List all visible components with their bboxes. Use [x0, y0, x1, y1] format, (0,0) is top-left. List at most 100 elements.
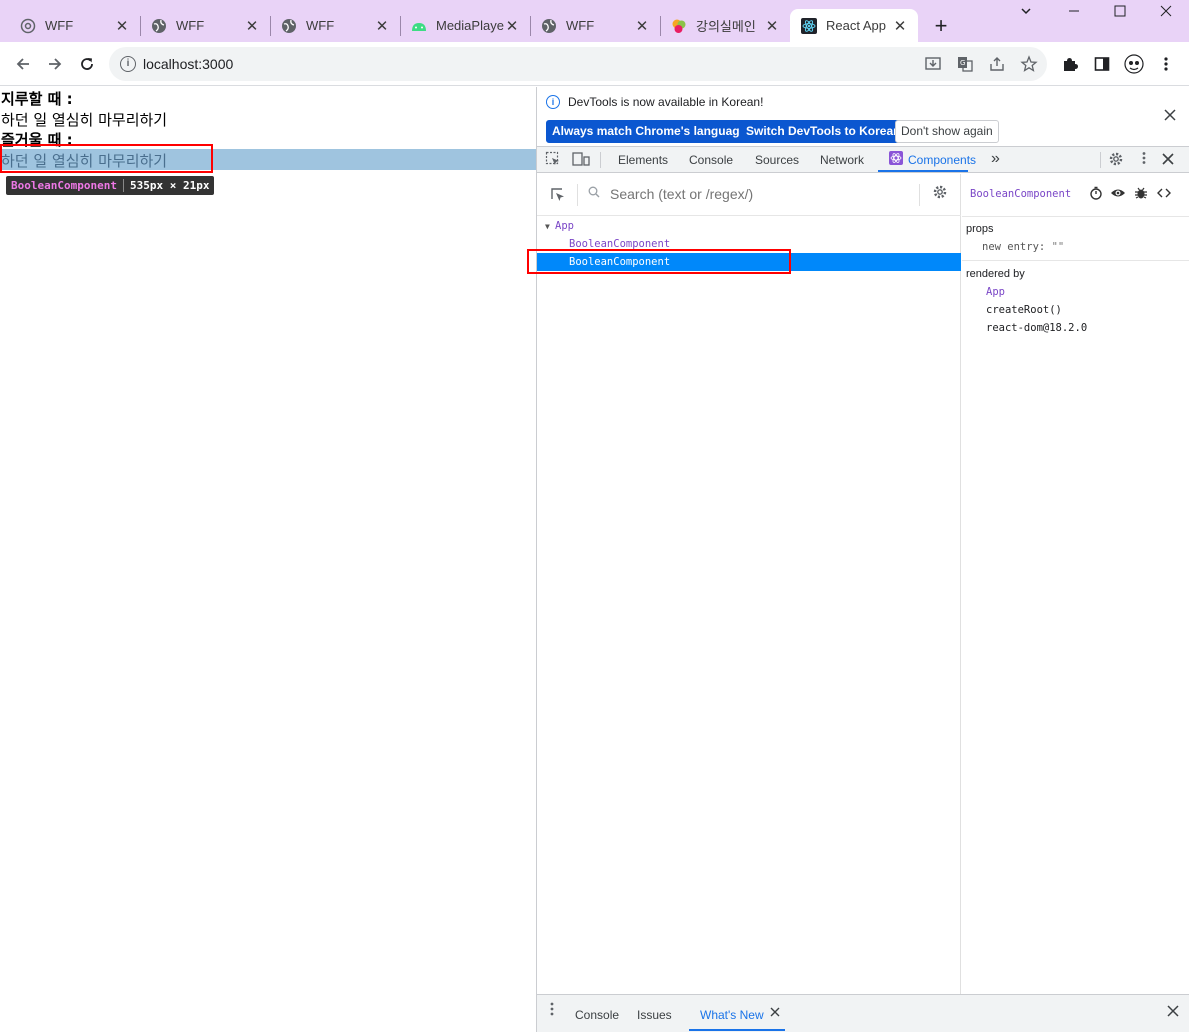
tab-title: WFF [566, 18, 595, 33]
infobar-message: DevTools is now available in Korean! [568, 95, 764, 109]
chrome-menu-kebab-icon[interactable] [1154, 52, 1178, 76]
tab-title: React App [826, 18, 886, 33]
tab-search-chevron-icon[interactable] [1016, 4, 1036, 22]
tab-title: WFF [176, 18, 205, 33]
browser-tab-1[interactable]: WFF ✕ [0, 9, 140, 42]
rendered-by-app[interactable]: App [986, 286, 1005, 298]
view-source-icon[interactable] [1156, 186, 1172, 202]
select-element-icon[interactable] [550, 187, 566, 203]
drawer-active-underline [689, 1029, 785, 1031]
browser-toolbar: i localhost:3000 G [0, 42, 1189, 86]
tab-title: WFF [306, 18, 335, 33]
search-icon [588, 186, 600, 201]
switch-to-korean-button[interactable]: Switch DevTools to Korean [740, 120, 907, 143]
prop-value[interactable]: "" [1052, 241, 1065, 253]
tab-network[interactable]: Network [820, 153, 864, 167]
prop-key: new entry [982, 241, 1039, 253]
tab-title: MediaPlaye [436, 18, 504, 33]
red-annotation-box-tree [527, 249, 791, 274]
close-tab-icon[interactable]: ✕ [504, 17, 520, 35]
leaf-logo-icon [671, 18, 687, 34]
devtools-menu-kebab-icon[interactable] [1135, 151, 1153, 169]
props-pane: BooleanComponent props new entry: "" ren… [962, 174, 1189, 994]
maximize-icon[interactable] [1110, 4, 1130, 22]
browser-tab-6[interactable]: 강의실메인 ✕ [660, 9, 790, 42]
drawer-tab-console[interactable]: Console [575, 1008, 619, 1022]
inspect-element-icon[interactable] [544, 151, 562, 169]
drawer-tab-issues[interactable]: Issues [637, 1008, 672, 1022]
address-bar[interactable]: i localhost:3000 G [109, 47, 1047, 81]
drawer-tab-whats-new[interactable]: What's New [700, 1008, 764, 1022]
boring-heading: 지루할 때 : [1, 90, 73, 108]
tooltip-size: 535px × 21px [129, 179, 210, 192]
close-tab-icon[interactable]: ✕ [892, 17, 908, 35]
forward-arrow-icon[interactable] [43, 52, 67, 76]
close-drawer-icon[interactable] [1167, 1004, 1179, 1022]
tooltip-component-name: BooleanComponent [11, 179, 117, 192]
browser-tab-3[interactable]: WFF ✕ [270, 9, 400, 42]
install-app-icon[interactable] [924, 55, 942, 73]
tab-sources[interactable]: Sources [755, 153, 799, 167]
timer-icon[interactable] [1088, 186, 1104, 202]
tab-console[interactable]: Console [689, 153, 733, 167]
new-tab-button[interactable]: + [930, 13, 952, 39]
side-panel-icon[interactable] [1090, 52, 1114, 76]
tab-title: 강의실메인 [696, 19, 756, 34]
page-viewport: 지루할 때 : 하던 일 열심히 마무리하기 즐거울 때 : 하던 일 열심히 … [0, 87, 536, 1032]
info-icon: i [546, 95, 560, 109]
devtools-settings-gear-icon[interactable] [1107, 151, 1125, 169]
minimize-icon[interactable] [1064, 4, 1084, 22]
tree-node-app[interactable]: ▼ App [537, 217, 961, 235]
browser-tab-2[interactable]: WFF ✕ [140, 9, 270, 42]
components-settings-gear-icon[interactable] [932, 184, 948, 205]
close-tab-icon[interactable]: ✕ [244, 17, 260, 35]
selected-component-name: BooleanComponent [970, 188, 1072, 200]
close-tab-icon[interactable]: ✕ [764, 17, 780, 35]
browser-tab-7-active[interactable]: React App ✕ [790, 9, 918, 42]
close-devtools-icon[interactable] [1159, 151, 1177, 169]
bookmark-star-icon[interactable] [1020, 55, 1038, 73]
drawer-menu-kebab-icon[interactable] [549, 1002, 555, 1020]
share-icon[interactable] [988, 55, 1006, 73]
selected-component-header: BooleanComponent [962, 174, 1189, 216]
bug-icon[interactable] [1133, 186, 1149, 202]
close-tab-icon[interactable]: ✕ [634, 17, 650, 35]
props-heading: props [966, 223, 994, 235]
components-tree-pane: ▼App BooleanComponent BooleanComponent [537, 174, 961, 994]
url-text[interactable]: localhost:3000 [143, 56, 233, 72]
close-infobar-icon[interactable] [1164, 105, 1176, 126]
dont-show-again-button[interactable]: Don't show again [895, 120, 999, 143]
always-match-language-button[interactable]: Always match Chrome's language [546, 120, 753, 143]
devtools-drawer: Console Issues What's New [537, 994, 1189, 1032]
browser-tab-4[interactable]: MediaPlaye ✕ [400, 9, 530, 42]
devtools-tab-bar: Elements Console Sources Network Compone… [537, 147, 1189, 173]
inspect-tooltip: BooleanComponent 535px × 21px [6, 176, 215, 195]
rendered-by-heading: rendered by [966, 268, 1025, 280]
boring-text: 하던 일 열심히 마무리하기 [1, 111, 168, 129]
close-window-icon[interactable] [1156, 4, 1176, 22]
react-icon [801, 17, 817, 34]
expand-triangle-icon[interactable]: ▼ [545, 218, 555, 236]
close-tab-icon[interactable]: ✕ [374, 17, 390, 35]
prop-entry[interactable]: new entry: "" [982, 241, 1064, 253]
eye-icon[interactable] [1110, 186, 1126, 202]
translate-icon[interactable]: G [956, 55, 974, 73]
tab-elements[interactable]: Elements [618, 153, 668, 167]
globe-icon [151, 18, 167, 34]
extensions-puzzle-icon[interactable] [1058, 52, 1082, 76]
device-toolbar-icon[interactable] [572, 151, 590, 169]
profile-avatar-icon[interactable] [1122, 52, 1146, 76]
site-info-icon[interactable]: i [120, 56, 136, 72]
tree-node-label: App [555, 220, 574, 232]
language-infobar: i DevTools is now available in Korean! A… [537, 87, 1189, 147]
red-annotation-box [0, 144, 213, 173]
reload-icon[interactable] [75, 52, 99, 76]
browser-tab-5[interactable]: WFF ✕ [530, 9, 660, 42]
components-search-input[interactable] [610, 186, 910, 202]
more-tabs-icon[interactable]: » [991, 150, 1000, 168]
close-whats-new-icon[interactable] [770, 1004, 780, 1022]
back-arrow-icon[interactable] [11, 52, 35, 76]
close-tab-icon[interactable]: ✕ [114, 17, 130, 35]
components-search-bar [537, 174, 961, 216]
tab-components[interactable]: Components [908, 153, 976, 167]
